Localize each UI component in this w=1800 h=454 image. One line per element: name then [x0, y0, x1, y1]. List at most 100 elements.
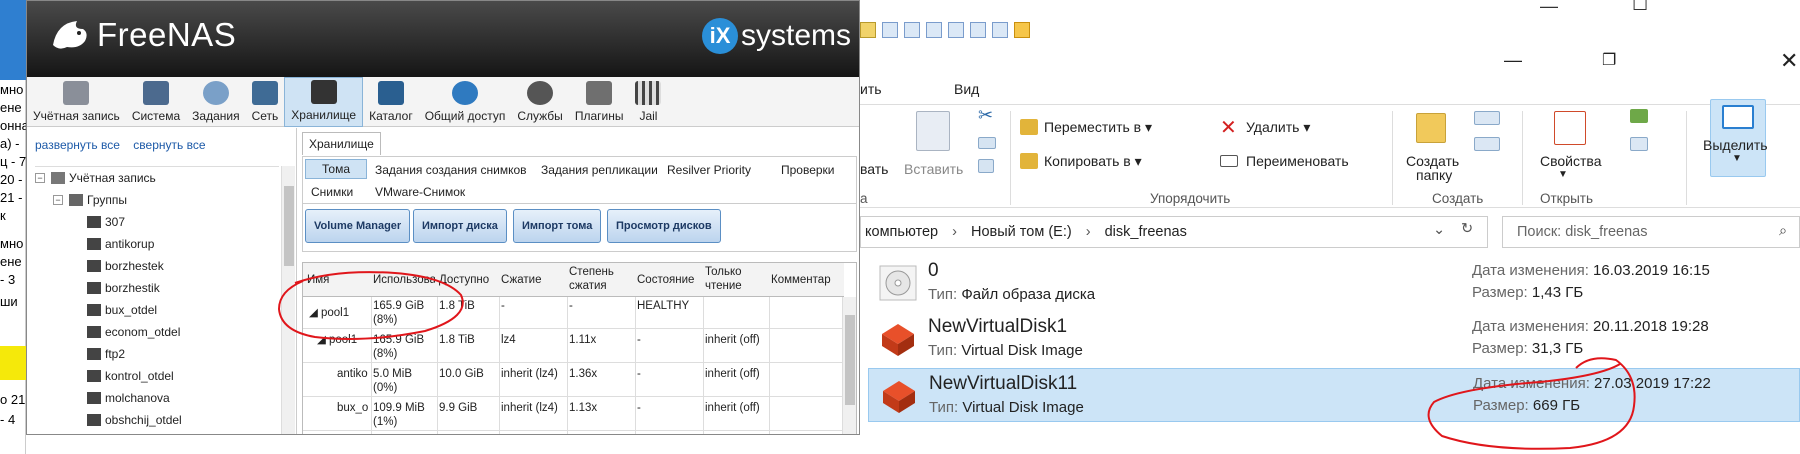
copy-path-icon[interactable]: [978, 137, 996, 149]
subtab-snapshots[interactable]: Снимки: [311, 185, 353, 199]
new-item-icon[interactable]: [1474, 111, 1500, 125]
tree-group-item[interactable]: econom_otdel: [35, 321, 279, 343]
table-row[interactable]: bux_o 109.9 MiB (1%) 9.9 GiB inherit (lz…: [303, 399, 844, 431]
window-quick-icon[interactable]: [926, 22, 942, 38]
tree-group-item[interactable]: antikorup: [35, 233, 279, 255]
tools-quick-icon[interactable]: [992, 22, 1008, 38]
tree-expand-icon[interactable]: ◢: [317, 333, 326, 347]
subtab-vmware-snapshot[interactable]: VMware-Снимок: [375, 185, 465, 199]
window-quick-icon[interactable]: [948, 22, 964, 38]
window-quick-icon[interactable]: [904, 22, 920, 38]
tree-node-account[interactable]: − Учётная запись: [35, 167, 279, 189]
import-volume-button[interactable]: Импорт тома: [513, 209, 602, 243]
move-to-button[interactable]: Переместить в ▾: [1044, 119, 1152, 136]
toolbar-storage[interactable]: Хранилище: [284, 77, 364, 127]
tree-group-item[interactable]: 307: [35, 211, 279, 233]
cut-icon[interactable]: ✂: [978, 105, 993, 126]
column-header[interactable]: Состояние: [637, 273, 694, 287]
toolbar-sharing[interactable]: Общий доступ: [419, 77, 512, 127]
tree-group-item[interactable]: borzhestek: [35, 255, 279, 277]
column-header[interactable]: Доступно: [439, 273, 489, 287]
select-button[interactable]: Выделить: [1703, 137, 1768, 153]
tree-group-item[interactable]: molchanova: [35, 387, 279, 409]
table-row[interactable]: ◢ pool1 165.9 GiB (8%) 1.8 TiB lz4 1.11x…: [303, 331, 844, 363]
tab-view[interactable]: Вид: [954, 81, 979, 97]
chevron-down-icon[interactable]: ▼: [1558, 169, 1568, 180]
column-header[interactable]: Имя: [307, 273, 329, 287]
tab-storage[interactable]: Хранилище: [302, 132, 381, 155]
tree-group-item[interactable]: kontrol_otdel: [35, 365, 279, 387]
address-bar[interactable]: компьютер › Новый том (E:) › disk_freena…: [860, 216, 1488, 248]
new-folder-icon[interactable]: [1416, 113, 1446, 143]
column-header[interactable]: Комментар: [771, 273, 843, 287]
tree-group-item[interactable]: ftp2: [35, 343, 279, 365]
collapse-toggle-icon[interactable]: −: [53, 195, 63, 205]
window-quick-icon[interactable]: [970, 22, 986, 38]
subtab-volumes[interactable]: Тома: [305, 159, 367, 179]
minimize-icon[interactable]: —: [1540, 0, 1558, 17]
import-disk-button[interactable]: Импорт диска: [413, 209, 507, 243]
subtab-scrubs[interactable]: Проверки: [781, 163, 835, 177]
view-disks-button[interactable]: Просмотр дисков: [607, 209, 721, 243]
column-header[interactable]: Использова: [373, 273, 435, 287]
delete-icon[interactable]: ✕: [1220, 115, 1237, 140]
volume-manager-button[interactable]: Volume Manager: [305, 209, 411, 243]
file-row-0[interactable]: 0 Тип: Файл образа диска Дата изменения:…: [868, 256, 1800, 310]
collapse-all-link[interactable]: свернуть все: [133, 138, 205, 152]
tree-expand-icon[interactable]: ◢: [309, 306, 318, 320]
column-header[interactable]: Сжатие: [501, 273, 541, 287]
column-header[interactable]: Степень сжатия: [569, 265, 633, 293]
breadcrumb-computer[interactable]: компьютер: [865, 224, 938, 240]
new-folder-label-2[interactable]: папку: [1416, 167, 1452, 183]
close-quick-icon[interactable]: [1014, 22, 1030, 38]
scroll-thumb[interactable]: [845, 315, 855, 405]
refresh-icon[interactable]: ↻: [1461, 221, 1473, 237]
search-input[interactable]: Поиск: disk_freenas ⌕: [1502, 216, 1800, 248]
tree-node-groups[interactable]: − Группы: [35, 189, 279, 211]
subtab-resilver-priority[interactable]: Resilver Priority: [667, 163, 751, 177]
expand-all-link[interactable]: развернуть все: [35, 138, 120, 152]
select-all-icon[interactable]: [1722, 105, 1754, 129]
minimize-icon[interactable]: —: [1504, 50, 1522, 71]
breadcrumb-volume[interactable]: Новый том (E:): [971, 224, 1072, 240]
delete-button[interactable]: Удалить ▾: [1246, 119, 1310, 136]
paste-button[interactable]: Вставить: [904, 161, 963, 177]
toolbar-services[interactable]: Службы: [511, 77, 568, 127]
properties-button[interactable]: Свойства: [1540, 153, 1601, 169]
chevron-down-icon[interactable]: ▼: [1732, 153, 1742, 164]
subtab-replication-tasks[interactable]: Задания репликации: [541, 163, 658, 177]
collapse-toggle-icon[interactable]: −: [35, 173, 45, 183]
close-icon[interactable]: ✕: [1780, 48, 1798, 74]
subtab-snapshot-tasks[interactable]: Задания создания снимков: [375, 163, 527, 177]
restore-icon[interactable]: ❐: [1602, 50, 1616, 70]
table-row[interactable]: ◢ pool1 165.9 GiB (8%) 1.8 TiB - - HEALT…: [303, 297, 844, 329]
table-scrollbar[interactable]: [842, 297, 856, 434]
tree-scrollbar[interactable]: [281, 166, 295, 434]
search-icon[interactable]: ⌕: [1779, 223, 1787, 239]
tab-share-partial[interactable]: ить: [860, 81, 882, 97]
column-header[interactable]: Только чтение: [705, 265, 767, 293]
scroll-thumb[interactable]: [284, 186, 294, 266]
toolbar-jail[interactable]: Jail: [629, 77, 667, 127]
toolbar-network[interactable]: Сеть: [246, 77, 285, 127]
file-row-2[interactable]: NewVirtualDisk11 Тип: Virtual Disk Image…: [868, 368, 1800, 422]
toolbar-directory[interactable]: Каталог: [363, 77, 419, 127]
toolbar-system[interactable]: Система: [126, 77, 186, 127]
toolbar-plugins[interactable]: Плагины: [569, 77, 630, 127]
toolbar-account[interactable]: Учётная запись: [27, 77, 126, 127]
paste-shortcut-icon[interactable]: [978, 159, 994, 173]
tree-group-item[interactable]: obshchij_otdel: [35, 409, 279, 431]
copy-partial-label[interactable]: вать: [860, 161, 888, 177]
edit-icon[interactable]: [1630, 137, 1648, 151]
tree-group-item[interactable]: bux_otdel: [35, 299, 279, 321]
table-row[interactable]: antiko 5.0 MiB (0%) 10.0 GiB inherit (lz…: [303, 365, 844, 397]
window-quick-icon[interactable]: [882, 22, 898, 38]
file-row-1[interactable]: NewVirtualDisk1 Тип: Virtual Disk Image …: [868, 312, 1800, 366]
paste-icon[interactable]: [916, 111, 950, 151]
properties-icon[interactable]: [1554, 111, 1586, 145]
open-icon[interactable]: [1630, 109, 1648, 123]
history-dropdown-icon[interactable]: ⌄: [1433, 222, 1445, 238]
breadcrumb-folder[interactable]: disk_freenas: [1105, 224, 1187, 240]
folder-quick-icon[interactable]: [860, 22, 876, 38]
rename-button[interactable]: Переименовать: [1246, 153, 1349, 169]
